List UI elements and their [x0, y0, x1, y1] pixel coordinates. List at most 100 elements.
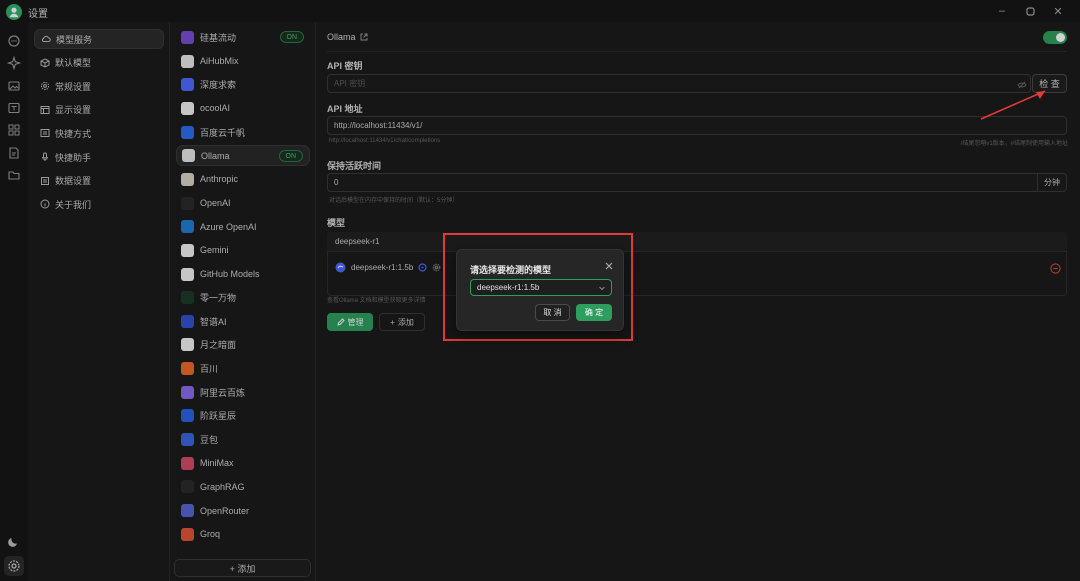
add-provider-button[interactable]: + 添加 [174, 559, 311, 577]
image-icon[interactable] [7, 79, 21, 93]
moon-icon[interactable] [7, 534, 21, 548]
provider-label: 智谱AI [200, 316, 227, 327]
provider-logo-icon [181, 291, 194, 305]
provider-item[interactable]: Gemini [176, 240, 310, 261]
provider-item[interactable]: 月之暗面 [176, 334, 310, 355]
maximize-icon[interactable] [1016, 0, 1044, 22]
cloud-icon [41, 34, 51, 44]
knowledge-icon[interactable] [7, 146, 21, 160]
nav-item-label: 默认模型 [55, 58, 92, 69]
selected-model: deepseek-r1:1.5b [477, 283, 540, 292]
status-badge: ON [279, 31, 304, 43]
provider-list: 硅基流动 ON AiHubMix 深度求索 ocoolAI 百度云千帆 Ollama ON An… [171, 22, 316, 581]
api-key-label: API 密钥 [327, 61, 363, 71]
provider-label: MiniMax [200, 458, 234, 469]
nav-item[interactable]: 快捷助手 [34, 147, 164, 167]
provider-item[interactable]: 零一万物 [176, 287, 310, 308]
model-settings-gear-icon[interactable] [432, 263, 441, 272]
provider-item[interactable]: MiniMax [176, 453, 310, 474]
docs-hint: 查看Ollama 文档和模型获取更多详情 [327, 298, 426, 304]
provider-item[interactable]: OpenRouter [176, 500, 310, 521]
settings-gear-icon[interactable] [4, 556, 24, 576]
provider-item[interactable]: 硅基流动 ON [176, 27, 310, 48]
add-model-button[interactable]: + 添加 [379, 313, 425, 331]
add-label: 添加 [397, 317, 414, 327]
cube-icon [40, 58, 50, 68]
provider-logo-icon [181, 338, 194, 352]
title-bar: 设置 – ✕ [0, 0, 1080, 22]
provider-item[interactable]: GitHub Models [176, 264, 310, 285]
confirm-button[interactable]: 确 定 [576, 304, 612, 321]
provider-item[interactable]: Groq [176, 524, 310, 545]
provider-item[interactable]: Azure OpenAI [176, 216, 310, 237]
provider-item[interactable]: 百川 [176, 358, 310, 379]
models-label: 模型 [327, 218, 346, 228]
provider-logo-icon [181, 433, 194, 447]
provider-item[interactable]: AiHubMix [176, 51, 310, 72]
provider-logo-icon [181, 172, 194, 186]
divider [327, 51, 1067, 52]
external-link-icon[interactable] [360, 33, 368, 41]
nav-item[interactable]: 默认模型 [34, 53, 164, 73]
edit-icon [336, 318, 345, 326]
provider-logo-icon [181, 409, 194, 423]
nav-item[interactable]: 关于我们 [34, 194, 164, 214]
manage-label: 管理 [347, 317, 364, 327]
nav-item-label: 显示设置 [55, 105, 92, 116]
provider-logo-icon [181, 101, 194, 115]
nav-item-label: 常规设置 [55, 81, 92, 92]
keep-alive-hint: 对话后模型在内存中保持的时间（默认：5分钟） [329, 198, 459, 204]
provider-logo-icon [181, 456, 194, 470]
provider-item[interactable]: 深度求索 [176, 74, 310, 95]
provider-logo-icon [181, 243, 194, 257]
provider-item[interactable]: OpenAI [176, 193, 310, 214]
provider-item[interactable]: ocoolAI [176, 98, 310, 119]
mic-icon [40, 152, 50, 162]
keep-alive-label: 保持活跃时间 [327, 161, 382, 171]
provider-item[interactable]: Anthropic [176, 169, 310, 190]
provider-label: Azure OpenAI [200, 221, 257, 232]
nav-item[interactable]: 显示设置 [34, 100, 164, 120]
provider-item[interactable]: Ollama ON [176, 145, 310, 167]
check-model-dialog: 请选择要检测的模型 deepseek-r1:1.5b 取 消 确 定 [456, 249, 624, 331]
model-select[interactable]: deepseek-r1:1.5b [470, 279, 612, 296]
provider-item[interactable]: 阶跃星辰 [176, 405, 310, 426]
provider-logo-icon [181, 196, 194, 210]
translate-icon[interactable] [7, 101, 21, 115]
provider-logo-icon [181, 385, 194, 399]
nav-item[interactable]: 常规设置 [34, 76, 164, 96]
provider-enable-toggle[interactable] [1043, 31, 1067, 44]
dialog-close-icon[interactable] [604, 260, 614, 270]
provider-item[interactable]: 豆包 [176, 429, 310, 450]
api-key-input[interactable]: API 密钥 [327, 74, 1031, 93]
model-group-header[interactable]: deepseek-r1 [327, 232, 1067, 252]
provider-logo-icon [182, 149, 195, 163]
remove-model-icon[interactable] [1050, 263, 1061, 274]
provider-item[interactable]: 智谱AI [176, 311, 310, 332]
apps-icon[interactable] [7, 123, 21, 137]
provider-item[interactable]: 百度云千帆 [176, 122, 310, 143]
provider-label: 月之暗面 [200, 340, 237, 351]
minimize-icon[interactable]: – [988, 0, 1016, 22]
gear-icon [40, 81, 50, 91]
provider-item[interactable]: 阿里云百炼 [176, 382, 310, 403]
keep-alive-input[interactable]: 0 分钟 [327, 173, 1067, 192]
user-avatar-icon[interactable] [6, 4, 22, 20]
close-icon[interactable]: ✕ [1044, 0, 1072, 22]
chat-icon[interactable] [7, 34, 21, 48]
folder-icon[interactable] [7, 168, 21, 182]
api-host-input[interactable]: http://localhost:11434/v1/ [327, 116, 1067, 135]
cancel-button[interactable]: 取 消 [535, 304, 570, 321]
nav-item[interactable]: 模型服务 [34, 29, 164, 49]
nav-item[interactable]: 快捷方式 [34, 123, 164, 143]
model-row: deepseek-r1:1.5b [335, 262, 441, 273]
provider-logo-icon [181, 267, 194, 281]
manage-models-button[interactable]: 管理 [327, 313, 373, 331]
provider-logo-icon [181, 504, 194, 517]
model-capability-icon [418, 263, 427, 272]
sparkle-icon[interactable] [7, 56, 21, 70]
provider-logo-icon [181, 54, 194, 68]
provider-item[interactable]: GraphRAG [176, 476, 310, 497]
provider-logo-icon [181, 362, 194, 376]
nav-item[interactable]: 数据设置 [34, 171, 164, 191]
